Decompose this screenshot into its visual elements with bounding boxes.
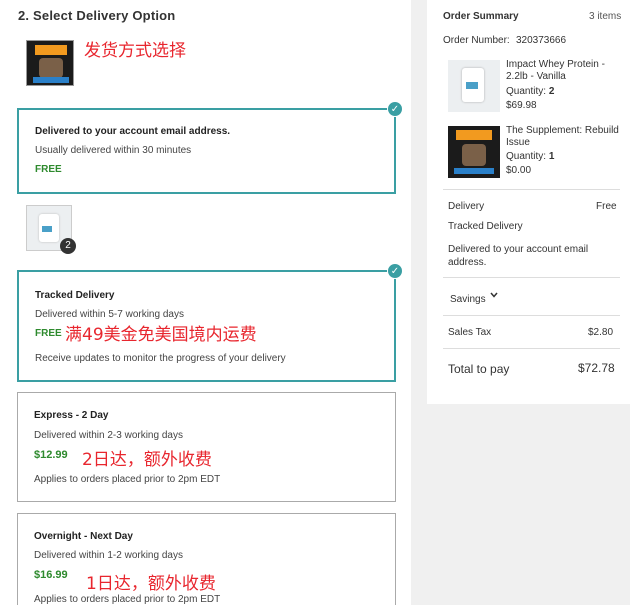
order-number-label: Order Number: [443, 35, 510, 46]
order-number: 320373666 [516, 35, 567, 46]
delivery-panel: 2. Select Delivery Option 发货方式选择 ✓ Deliv… [0, 0, 411, 605]
delivery-option-overnight[interactable]: Overnight - Next Day Delivered within 1-… [17, 513, 396, 605]
total-label: Total to pay [448, 362, 510, 376]
delivery-method: Tracked Delivery [448, 221, 523, 232]
item-quantity: Quantity: 1 [506, 151, 555, 162]
delivery-option-tracked[interactable]: ✓ Tracked Delivery Delivered within 5-7 … [17, 263, 403, 382]
quantity-badge: 2 [60, 238, 76, 254]
check-icon: ✓ [387, 101, 403, 117]
magazine-thumbnail [448, 126, 500, 178]
option-price: $16.99 [34, 569, 68, 581]
annotation-free-shipping: 满49美金免美国境内运费 [65, 325, 257, 345]
delivery-note: Delivered to your account email address. [448, 244, 589, 268]
option-title: Tracked Delivery [35, 290, 115, 301]
savings-label[interactable]: Savings [450, 294, 486, 305]
option-subtitle: Delivered within 5-7 working days [35, 309, 184, 320]
sales-tax-label: Sales Tax [448, 327, 492, 338]
protein-pouch-thumbnail [448, 60, 500, 112]
delivery-label: Delivery [448, 201, 485, 212]
item-count: 3 items [589, 11, 622, 22]
option-note: Receive updates to monitor the progress … [35, 353, 286, 364]
option-title: Express - 2 Day [34, 410, 109, 421]
step-title: 2. Select Delivery Option [18, 8, 176, 23]
item-price: $0.00 [506, 165, 532, 176]
option-note: Applies to orders placed prior to 2pm ED… [34, 594, 221, 605]
option-price: $12.99 [34, 449, 68, 461]
order-summary-title: Order Summary [443, 11, 519, 22]
item-name: Impact Whey Protein - 2.2lb - Vanilla [506, 59, 605, 82]
divider [443, 189, 620, 190]
option-title: Overnight - Next Day [34, 531, 133, 542]
delivery-value: Free [596, 201, 617, 212]
check-icon: ✓ [387, 263, 403, 279]
option-subtitle: Delivered within 2-3 working days [34, 430, 183, 441]
total-value: $72.78 [578, 361, 615, 375]
item-price: $69.98 [506, 100, 537, 111]
option-price: FREE [35, 328, 62, 339]
option-price: FREE [35, 164, 62, 175]
annotation-overnight: 1日达，额外收费 [86, 574, 216, 594]
divider [443, 348, 620, 349]
annotation-express: 2日达，额外收费 [82, 450, 212, 470]
item-quantity: Quantity: 2 [506, 86, 555, 97]
annotation-delivery-method: 发货方式选择 [84, 41, 186, 61]
chevron-down-icon[interactable] [490, 291, 498, 299]
divider [443, 315, 620, 316]
option-subtitle: Delivered within 1-2 working days [34, 550, 183, 561]
divider [443, 277, 620, 278]
item-name: The Supplement: Rebuild Issue [506, 125, 619, 148]
delivery-option-email[interactable]: ✓ Delivered to your account email addres… [17, 101, 403, 194]
sales-tax-value: $2.80 [588, 327, 614, 338]
option-note: Applies to orders placed prior to 2pm ED… [34, 474, 221, 485]
option-title: Delivered to your account email address. [35, 126, 231, 137]
option-subtitle: Usually delivered within 30 minutes [35, 145, 192, 156]
magazine-thumbnail [26, 40, 74, 86]
delivery-option-express[interactable]: Express - 2 Day Delivered within 2-3 wor… [17, 392, 396, 502]
